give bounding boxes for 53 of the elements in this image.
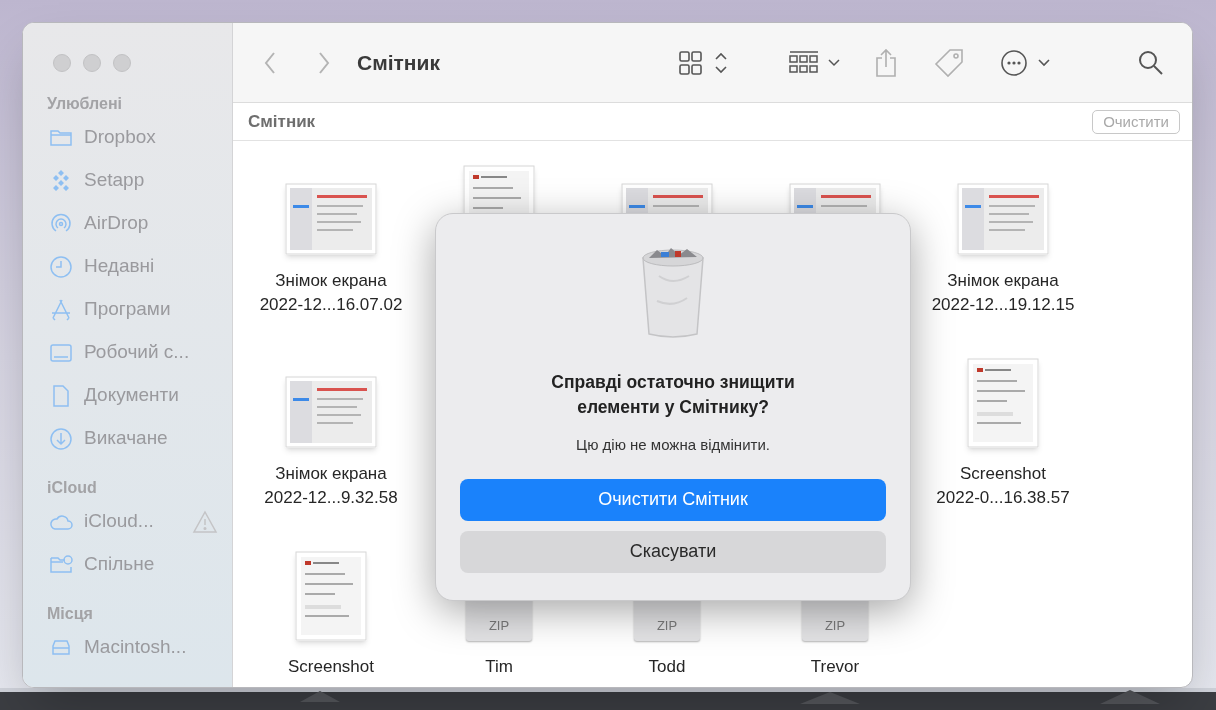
search-icon[interactable] [1138,49,1164,76]
dialog-title: Справді остаточно знищити елементи у Смітнику? [550,371,796,419]
section-header: iCloud [46,478,98,498]
file-name: 2022-0...16.38.57 [936,487,1070,509]
clock-icon [49,254,73,279]
sidebar-item[interactable]: Недавні [84,252,155,281]
sidebar-item[interactable]: Документи [84,381,179,410]
file-name: 2022-12...19.12.15 [931,294,1075,316]
file-name: Todd [648,656,686,678]
warning-icon[interactable] [192,509,218,534]
file-name: Screenshot [960,463,1046,485]
file-name: Знімок екрана [947,270,1059,292]
file-name: 2022-12...9.32.58 [264,487,398,509]
zoom-window-button[interactable] [113,54,131,72]
section-header: Місця [46,604,94,624]
folder-title: Смітник [248,110,316,133]
file-type-label: ZIP [488,616,510,635]
tag-icon[interactable] [934,47,964,78]
empty-trash-button[interactable]: Очистити Смітник [460,478,886,521]
file-name: Знімок екрана [275,463,387,485]
file-type-label: ZIP [824,616,846,635]
sidebar-item[interactable]: iCloud... [84,507,154,536]
sidebar-item[interactable]: AirDrop [84,209,149,238]
file-name: 2022-12...16.07.02 [259,294,403,316]
section-header: Улюблені [46,94,123,114]
app-store-icon [49,297,73,322]
window-title: Смітник [357,49,440,76]
back-icon[interactable] [263,50,277,75]
screenshot-thumbnail[interactable] [285,376,377,448]
sidebar-item[interactable]: Macintosh... [84,633,187,662]
close-window-button[interactable] [53,54,71,72]
dialog-message: Цю дію не можна відмінити. [576,435,770,455]
screenshot-thumbnail[interactable] [957,183,1049,255]
sidebar-item[interactable]: Спільне [84,550,155,579]
document-thumbnail[interactable] [295,551,367,641]
minimize-window-button[interactable] [83,54,101,72]
download-icon [49,426,73,451]
file-name: Trevor [810,656,860,678]
sidebar-item[interactable]: Dropbox [84,123,156,152]
share-icon[interactable] [874,47,898,78]
file-name: Screenshot [288,656,374,678]
file-name: Tim [485,656,513,678]
file-name: Знімок екрана [275,270,387,292]
file-type-label: ZIP [656,616,678,635]
forward-icon[interactable] [317,50,331,75]
sidebar-item[interactable]: Робочий с... [84,338,190,367]
sidebar-item[interactable]: Setapp [84,166,145,195]
screenshot-thumbnail[interactable] [285,183,377,255]
sidebar-item[interactable]: Програми [84,295,171,324]
cancel-button[interactable]: Скасувати [460,530,886,573]
document-thumbnail[interactable] [967,358,1039,448]
trash-can-icon [639,246,707,340]
sidebar-item[interactable]: Викачане [84,424,168,453]
